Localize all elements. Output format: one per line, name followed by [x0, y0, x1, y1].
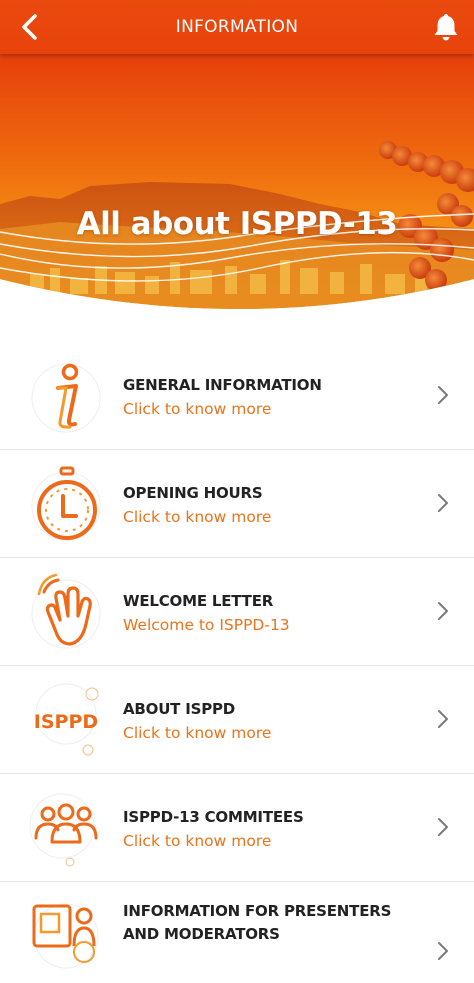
waving-hand-icon: [26, 572, 108, 654]
chevron-right-icon: [438, 710, 448, 728]
hero-banner: All about ISPPD-13: [0, 54, 474, 320]
item-title: OPENING HOURS: [123, 484, 263, 502]
list-item-information-for-presenters[interactable]: INFORMATION FOR PRESENTERS AND MODERATOR…: [0, 882, 474, 969]
item-subtitle: Click to know more: [123, 724, 272, 742]
hero-background-image: [0, 54, 474, 309]
group-people-icon: [26, 788, 108, 870]
isppd-logo-icon: ISPPD: [26, 680, 108, 762]
item-title: ISPPD-13 COMMITEES: [123, 808, 304, 826]
list-item-general-information[interactable]: GENERAL INFORMATION Click to know more: [0, 342, 474, 450]
list-item-welcome-letter[interactable]: WELCOME LETTER Welcome to ISPPD-13: [0, 558, 474, 666]
list-item-about-isppd[interactable]: ISPPD ABOUT ISPPD Click to know more: [0, 666, 474, 774]
item-title: INFORMATION FOR PRESENTERS AND MODERATOR…: [123, 902, 392, 943]
list-item-isppd-13-commitees[interactable]: ISPPD-13 COMMITEES Click to know more: [0, 774, 474, 882]
item-title: WELCOME LETTER: [123, 592, 274, 610]
item-title: GENERAL INFORMATION: [123, 376, 322, 394]
information-menu-list: GENERAL INFORMATION Click to know more O…: [0, 342, 474, 969]
item-title: ABOUT ISPPD: [123, 700, 236, 718]
hero-title: All about ISPPD-13: [76, 206, 398, 242]
bell-icon: [434, 14, 458, 41]
list-item-opening-hours[interactable]: OPENING HOURS Click to know more: [0, 450, 474, 558]
stopwatch-icon: [26, 464, 108, 546]
item-subtitle: Welcome to ISPPD-13: [123, 616, 290, 634]
page-title: INFORMATION: [175, 17, 299, 37]
item-subtitle: Click to know more: [123, 400, 272, 418]
notifications-button[interactable]: [430, 11, 462, 43]
chevron-right-icon: [438, 818, 448, 836]
info-icon: [26, 356, 108, 438]
chevron-right-icon: [438, 602, 448, 620]
top-app-bar: INFORMATION: [0, 0, 474, 54]
item-subtitle: Click to know more: [123, 832, 272, 850]
chevron-right-icon: [438, 386, 448, 404]
chevron-right-icon: [438, 494, 448, 512]
presenter-icon: [26, 896, 108, 978]
isppd-logo-text: ISPPD: [34, 711, 98, 733]
chevron-right-icon: [438, 942, 448, 960]
item-subtitle: Click to know more: [123, 508, 272, 526]
